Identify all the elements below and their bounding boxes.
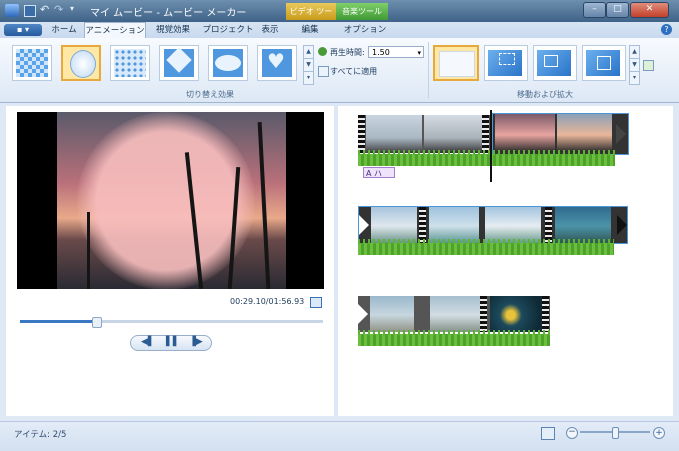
apply-all-icon <box>318 66 329 77</box>
seek-bar-thumb[interactable] <box>91 317 102 328</box>
application-menu-button[interactable]: ▪ ▾ <box>4 24 42 36</box>
transition-start-marker <box>358 304 368 324</box>
audio-track-grass <box>358 150 615 166</box>
transition-diamond[interactable] <box>159 45 199 81</box>
film-sprocket <box>542 296 549 332</box>
pan-zoom-automatic[interactable] <box>484 45 528 81</box>
zoom-slider-thumb[interactable] <box>612 427 619 439</box>
storyboard-view-icon[interactable] <box>541 427 555 440</box>
tab-home[interactable]: ホーム <box>46 22 82 38</box>
playhead[interactable] <box>490 110 492 182</box>
seek-bar-fill <box>20 320 96 323</box>
clip-thumbnail <box>430 296 480 332</box>
ribbon-separator <box>428 42 429 98</box>
film-sprocket <box>419 207 426 243</box>
next-frame-icon[interactable]: ▐▶ <box>189 337 203 347</box>
film-sprocket <box>545 207 552 243</box>
zoom-in-icon[interactable]: + <box>653 427 665 439</box>
timecode-display: 00:29.10/01:56.93 <box>230 297 305 306</box>
undo-icon[interactable]: ↶ <box>40 3 49 16</box>
zoom-out-icon[interactable]: − <box>566 427 578 439</box>
status-bar: アイテム: 2/5 − + <box>0 421 679 451</box>
caption-marker[interactable]: A ハ <box>363 167 395 178</box>
transitions-group-label: 切り替え効果 <box>186 90 234 99</box>
title-bar: ↶ ↷ ▾ マイ ムービー - ムービー メーカー ビデオ ツール 音楽ツール … <box>0 0 679 33</box>
duration-label: 再生時間: <box>330 48 365 57</box>
apply-all-pan-icon[interactable] <box>643 60 654 71</box>
pan-gallery-scroll-down-button[interactable]: ▼ <box>629 58 640 72</box>
film-sprocket <box>482 115 489 153</box>
pan-zoom-group-label: 移動および拡大 <box>517 90 573 99</box>
quick-access-dropdown-icon[interactable]: ▾ <box>70 4 74 13</box>
tab-project[interactable]: プロジェクト <box>200 22 256 38</box>
seek-bar[interactable] <box>20 317 323 328</box>
audio-track-grass <box>358 239 614 255</box>
clip-thumbnail <box>557 114 612 152</box>
film-sprocket <box>480 296 487 332</box>
video-tools-context-tab: ビデオ ツール <box>286 3 336 33</box>
transition-circle[interactable] <box>61 45 101 81</box>
circle-transition-overlay <box>77 112 255 289</box>
audio-track-grass <box>358 330 550 346</box>
previous-frame-icon[interactable]: ◀▌ <box>141 337 155 347</box>
clip-thumbnail <box>424 115 482 153</box>
tab-visual-effects[interactable]: 視覚効果 <box>148 22 198 38</box>
clip-underwater[interactable] <box>358 296 550 332</box>
clip-thumbnail <box>366 115 422 153</box>
split-preview-icon[interactable] <box>310 297 322 308</box>
duration-input[interactable]: 1.50 ▾ <box>368 46 424 58</box>
pan-gallery-more-button[interactable]: ▾ <box>629 71 640 85</box>
zoom-slider[interactable] <box>580 427 650 439</box>
ribbon-tab-row: ▪ ▾ ホーム アニメーション 視覚効果 プロジェクト 表示 編集 オプション … <box>0 22 679 39</box>
app-icon[interactable] <box>5 4 19 17</box>
preview-video[interactable] <box>17 112 324 289</box>
items-count: アイテム: 2/5 <box>14 430 67 440</box>
close-button[interactable]: ✕ <box>630 2 669 18</box>
pan-zoom-up-in[interactable] <box>533 45 577 81</box>
clip-thumbnail <box>490 296 542 332</box>
tab-edit[interactable]: 編集 <box>292 22 328 38</box>
maximize-button[interactable]: □ <box>606 2 629 18</box>
duration-icon <box>318 47 327 56</box>
help-icon[interactable]: ? <box>661 24 672 35</box>
tab-options[interactable]: オプション <box>340 22 390 38</box>
transition-checkerboard[interactable] <box>12 45 52 81</box>
apply-all-button[interactable]: すべてに適用 <box>330 66 377 77</box>
duration-dropdown-icon[interactable]: ▾ <box>417 47 421 59</box>
palm-silhouette <box>87 212 90 289</box>
caption-label: A ハ <box>366 169 383 178</box>
clip-end-arrow <box>617 215 627 235</box>
music-tools-context-tab: 音楽ツール <box>336 3 388 20</box>
gallery-scroll-up-button[interactable]: ▲ <box>303 45 314 59</box>
window-title: マイ ムービー - ムービー メーカー <box>90 8 247 19</box>
clip-sunset-selected[interactable] <box>492 113 629 155</box>
duration-value: 1.50 <box>372 48 390 57</box>
redo-icon[interactable]: ↷ <box>54 3 63 16</box>
film-sprocket <box>358 115 365 153</box>
pan-gallery-scroll-up-button[interactable]: ▲ <box>629 45 640 59</box>
tab-animations[interactable]: アニメーション <box>84 22 146 39</box>
transition-heart[interactable]: ♥ <box>257 45 297 81</box>
pause-icon[interactable]: ▌▌ <box>166 337 180 347</box>
transition-dots[interactable] <box>110 45 150 81</box>
playback-controls: ◀▌ ▌▌ ▐▶ <box>130 335 212 351</box>
tab-view[interactable]: 表示 <box>256 22 284 38</box>
clip-palm-sunset[interactable] <box>358 115 490 153</box>
clip-thumbnail <box>495 114 555 152</box>
pan-zoom-up-out[interactable] <box>582 45 626 81</box>
gallery-more-button[interactable]: ▾ <box>303 71 314 85</box>
minimize-button[interactable]: – <box>583 2 606 18</box>
gallery-scroll-down-button[interactable]: ▼ <box>303 58 314 72</box>
pan-zoom-none[interactable] <box>433 45 479 81</box>
clip-thumbnail <box>370 296 414 332</box>
clip-end-arrow <box>616 124 626 144</box>
transition-start-marker <box>359 215 369 235</box>
transition-eye[interactable] <box>208 45 248 81</box>
save-icon[interactable] <box>24 5 36 17</box>
